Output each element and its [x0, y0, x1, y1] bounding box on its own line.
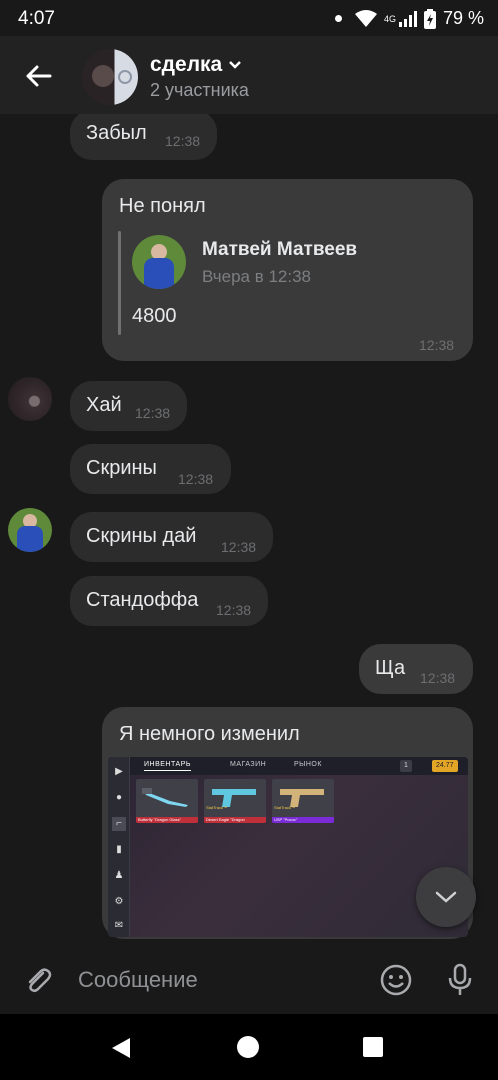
inventory-item-name: Butterfly "Dragon Glass"	[136, 817, 198, 823]
message-text: Скрины	[86, 457, 157, 479]
message-bubble[interactable]: Скрины дай 12:38	[70, 512, 273, 562]
inventory-item: StatTrack™ Desert Eagle "Dragon	[204, 779, 266, 823]
attached-screenshot[interactable]: ИНВЕНТАРЬ МАГАЗИН РЫНОК 1 24.77 ▶ ● ⌐ ▮ …	[108, 757, 468, 937]
voice-message-button[interactable]	[440, 960, 480, 1000]
status-bar: 4:07 4G 79 %	[0, 0, 498, 36]
message-time: 12:38	[419, 337, 455, 353]
play-icon: ▶	[115, 766, 123, 777]
message-bubble[interactable]: Хай 12:38	[70, 381, 187, 431]
game-tab-inventory: ИНВЕНТАРЬ	[144, 761, 191, 771]
team-icon: ♟	[114, 870, 124, 881]
inventory-item: Butterfly "Dragon Glass"	[136, 779, 198, 823]
message-time: 12:38	[178, 471, 214, 487]
person-icon: ●	[115, 792, 123, 803]
battery-level: 79 %	[442, 8, 484, 28]
message-text: Скрины дай	[86, 525, 197, 547]
game-tab-shop: МАГАЗИН	[230, 761, 267, 768]
nav-back-icon[interactable]	[110, 1036, 132, 1060]
nav-recents-button[interactable]	[363, 1037, 383, 1057]
pistol-icon: ⌐	[112, 817, 126, 831]
game-tab-market: РЫНОК	[294, 761, 322, 768]
chat-title-text: сделка	[150, 53, 223, 76]
scroll-to-bottom-button[interactable]	[416, 867, 476, 927]
microphone-icon	[448, 963, 472, 995]
network-type: 4G	[383, 13, 396, 24]
reply-author: Матвей Матвеев	[202, 239, 358, 260]
game-sidebar: ▶ ● ⌐ ▮ ♟ ⚙ ✉	[108, 757, 130, 937]
sender-avatar[interactable]	[8, 508, 52, 552]
message-list[interactable]: Забыл 12:38 Не понял Матвей Матвеев Вчер…	[0, 114, 498, 946]
system-nav-bar	[0, 1014, 498, 1080]
chevron-down-icon	[229, 61, 242, 69]
reply-author-avatar	[132, 235, 186, 289]
emoji-button[interactable]	[376, 960, 416, 1000]
mail-icon: ✉	[114, 920, 124, 931]
status-time: 4:07	[18, 8, 55, 29]
reply-date: Вчера в 12:38	[202, 267, 312, 286]
message-input[interactable]	[78, 962, 358, 998]
message-time: 12:38	[221, 539, 257, 555]
signal-icon	[398, 10, 417, 27]
message-text: Забыл	[86, 122, 147, 144]
reply-text: 4800	[132, 305, 177, 327]
notification-dot-icon	[334, 15, 342, 22]
gold-balance: 24.77	[432, 760, 458, 772]
message-text: Я немного изменил	[119, 723, 300, 745]
message-bubble[interactable]: Скрины 12:38	[70, 444, 231, 494]
silver-balance: 1	[400, 760, 412, 772]
reply-bar	[118, 231, 121, 335]
message-text: Не понял	[119, 195, 206, 217]
wifi-icon	[354, 9, 377, 27]
gear-icon: ⚙	[114, 896, 124, 907]
knife-icon	[142, 788, 188, 807]
message-time: 12:38	[165, 133, 201, 149]
message-bubble[interactable]: Не понял Матвей Матвеев Вчера в 12:38 48…	[102, 179, 473, 361]
chat-title[interactable]: сделка	[150, 53, 242, 77]
message-text: Стандоффа	[86, 589, 199, 611]
nav-home-button[interactable]	[237, 1036, 259, 1058]
inventory-item-tag: StatTrack™	[206, 805, 227, 810]
message-bubble[interactable]: Ща 12:38	[359, 644, 473, 694]
message-time: 12:38	[135, 405, 171, 421]
sender-avatar[interactable]	[8, 377, 52, 421]
back-button[interactable]	[14, 52, 62, 100]
battery-charging-icon	[423, 8, 436, 29]
message-time: 12:38	[216, 602, 252, 618]
inventory-item-name: Desert Eagle "Dragon	[204, 817, 266, 823]
game-top-bar: ИНВЕНТАРЬ МАГАЗИН РЫНОК 1 24.77	[108, 757, 468, 775]
arrow-left-icon	[26, 65, 52, 87]
message-bubble[interactable]: Забыл 12:38	[70, 114, 217, 160]
message-text: Ща	[375, 657, 406, 679]
chevron-down-icon	[435, 891, 457, 903]
inventory-item-name: USP "Pисос"	[272, 817, 334, 823]
inventory-item-tag: StatTrack™	[274, 805, 295, 810]
message-bubble[interactable]: Стандоффа 12:38	[70, 576, 268, 626]
chat-member-count: 2 участника	[150, 80, 249, 100]
chat-header: сделка 2 участника	[0, 36, 498, 114]
attach-button[interactable]	[18, 960, 58, 1000]
message-time: 12:38	[420, 670, 456, 686]
message-composer	[0, 946, 498, 1014]
inventory-item: StatTrack™ USP "Pисос"	[272, 779, 334, 823]
status-indicators: 4G 79 %	[334, 8, 484, 29]
paperclip-icon	[28, 968, 52, 993]
message-text: Хай	[86, 394, 122, 416]
case-icon: ▮	[116, 844, 122, 855]
chat-avatar[interactable]	[82, 49, 138, 105]
smiley-icon	[380, 964, 412, 996]
